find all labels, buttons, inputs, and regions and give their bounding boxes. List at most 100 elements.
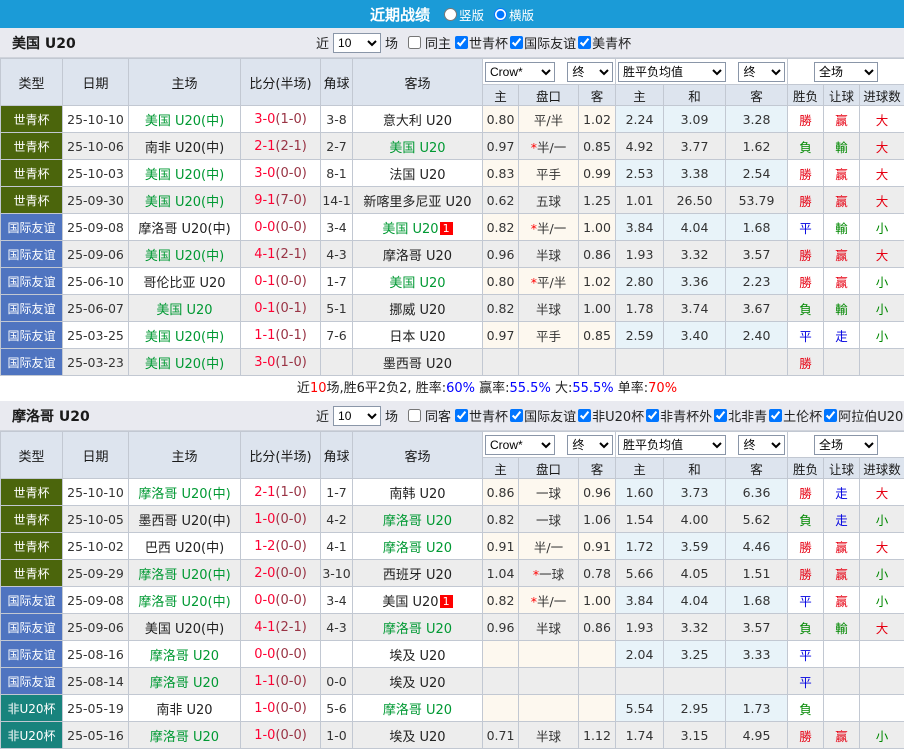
view-option-horizontal[interactable]: 横版 xyxy=(488,5,534,24)
avg-draw: 4.05 xyxy=(663,559,727,587)
cup-checkbox[interactable] xyxy=(578,408,592,422)
team-name: 墨西哥 U20(中) xyxy=(138,513,231,529)
cup-checkbox[interactable] xyxy=(769,408,783,422)
match-score: 9-1(7-0) xyxy=(240,186,321,214)
cup-checkbox[interactable] xyxy=(714,408,728,422)
cup-filter[interactable]: 世青杯 xyxy=(453,33,508,52)
match-type-badge: 世青杯 xyxy=(0,559,63,587)
corner-score: 5-1 xyxy=(320,294,353,322)
average-odds-select[interactable]: 胜平负均值 xyxy=(618,61,727,82)
odds-source-select[interactable]: Crow* xyxy=(485,61,556,82)
handicap-final-select[interactable]: 终 xyxy=(567,61,614,82)
match-row: 非U20杯 25-05-19 南非 U20 1-0(0-0) 5-6 摩洛哥 U20 5.5… xyxy=(0,694,904,722)
fulltime-select[interactable]: 全场 xyxy=(814,434,879,455)
match-score: 1-1(0-0) xyxy=(240,667,321,695)
avg-win: 2.04 xyxy=(615,640,665,668)
result-goals: 小 xyxy=(859,213,904,241)
result-outcome: 負 xyxy=(787,294,825,322)
odds-handicap: 一球 xyxy=(518,478,579,506)
team-name: 摩洛哥 U20 xyxy=(149,648,220,664)
same-venue-filter[interactable]: 同客 xyxy=(408,406,451,425)
cup-filter[interactable]: 国际友谊 xyxy=(508,33,576,52)
page-title: 近期战绩 xyxy=(369,5,430,24)
match-date: 25-10-03 xyxy=(62,159,129,187)
odds-source-select[interactable]: Crow* xyxy=(485,434,556,455)
half-score: (0-0) xyxy=(275,566,307,581)
match-type-badge: 非U20杯 xyxy=(0,694,63,722)
match-date: 25-10-10 xyxy=(62,105,129,133)
result-goals: 大 xyxy=(859,478,904,506)
summary-part: 大: xyxy=(550,381,573,396)
sub-header-handicap-result: 让球 xyxy=(823,457,861,479)
half-score: (0-0) xyxy=(275,539,307,554)
cup-checkbox[interactable] xyxy=(510,35,524,49)
result-outcome: 負 xyxy=(787,694,825,722)
team-name: 南非 U20 xyxy=(156,702,213,718)
handicap-name: 半球 xyxy=(535,247,561,263)
home-team: 墨西哥 U20(中) xyxy=(128,505,241,533)
avg-draw: 4.00 xyxy=(663,505,727,533)
col-header-score: 比分(半场) xyxy=(240,431,321,479)
same-venue-checkbox[interactable] xyxy=(408,36,422,49)
result-group-header: 全场 xyxy=(787,58,904,85)
away-team: 法国 U20 xyxy=(352,159,483,187)
average-odds-select[interactable]: 胜平负均值 xyxy=(618,434,727,455)
same-venue-filter[interactable]: 同主 xyxy=(408,33,451,52)
cup-checkbox[interactable] xyxy=(455,408,469,422)
avg-lose: 6.36 xyxy=(725,478,789,506)
cup-filter[interactable]: 阿拉伯U20 xyxy=(822,406,903,425)
odds-away xyxy=(577,348,617,376)
red-card-badge: 1 xyxy=(439,221,453,235)
fulltime-select[interactable]: 全场 xyxy=(814,61,879,82)
match-type-badge: 世青杯 xyxy=(0,505,63,533)
average-final-select[interactable]: 终 xyxy=(738,61,786,82)
cup-filter[interactable]: 非青杯外 xyxy=(644,406,712,425)
cup-checkbox[interactable] xyxy=(646,408,660,422)
odds-away: 1.00 xyxy=(577,586,617,614)
result-handicap: 赢 xyxy=(823,240,861,268)
result-handicap: 走 xyxy=(823,505,861,533)
match-count-select[interactable]: 10 xyxy=(333,32,382,53)
cup-filter[interactable]: 国际友谊 xyxy=(508,406,576,425)
avg-draw: 26.50 xyxy=(663,186,727,214)
result-handicap xyxy=(823,667,861,695)
cup-checkbox[interactable] xyxy=(824,408,838,422)
cup-filter[interactable]: 非U20杯 xyxy=(576,406,644,425)
cup-filter[interactable]: 北非青 xyxy=(712,406,767,425)
result-outcome: 勝 xyxy=(787,240,825,268)
result-handicap xyxy=(823,348,861,376)
topbar: 近期战绩 竖版 横版 xyxy=(0,0,904,28)
sub-header-avg-lose: 客 xyxy=(725,84,789,106)
vertical-radio[interactable] xyxy=(443,7,457,21)
cup-checkbox[interactable] xyxy=(455,35,469,49)
result-handicap: 赢 xyxy=(823,186,861,214)
cup-filter[interactable]: 世青杯 xyxy=(453,406,508,425)
corner-score: 14-1 xyxy=(320,186,353,214)
cup-checkbox[interactable] xyxy=(578,35,592,49)
match-count-select[interactable]: 10 xyxy=(333,405,382,426)
horizontal-radio[interactable] xyxy=(494,7,507,21)
view-option-vertical[interactable]: 竖版 xyxy=(438,5,484,24)
odds-handicap: 平手 xyxy=(518,321,579,349)
cup-filter[interactable]: 美青杯 xyxy=(576,33,631,52)
home-team: 巴西 U20(中) xyxy=(128,532,241,560)
matches-table: 类型 日期 主场 比分(半场) 角球 客场 Crow* 终 胜平负均值 终 全场… xyxy=(0,58,904,376)
cup-filter[interactable]: 土伦杯 xyxy=(767,406,822,425)
home-team: 哥伦比亚 U20 xyxy=(128,267,241,295)
average-final-select[interactable]: 终 xyxy=(738,434,786,455)
match-row: 世青杯 25-10-10 美国 U20(中) 3-0(1-0) 3-8 意大利 U20 0.… xyxy=(0,105,904,133)
odds-away: 0.85 xyxy=(577,132,617,160)
home-team: 摩洛哥 U20(中) xyxy=(128,478,241,506)
avg-win: 1.74 xyxy=(615,721,665,749)
cup-filters: 世青杯 国际友谊 美青杯 xyxy=(453,33,631,53)
col-header-home: 主场 xyxy=(128,431,241,479)
col-header-type: 类型 xyxy=(0,58,63,106)
sub-header-away-odds: 客 xyxy=(577,84,617,106)
avg-win: 5.66 xyxy=(615,559,665,587)
full-score: 4-1 xyxy=(254,247,276,262)
result-group-header: 全场 xyxy=(787,431,904,458)
same-venue-checkbox[interactable] xyxy=(408,409,422,422)
handicap-final-select[interactable]: 终 xyxy=(567,434,614,455)
cup-checkbox[interactable] xyxy=(510,408,524,422)
half-score: (0-0) xyxy=(275,674,307,689)
